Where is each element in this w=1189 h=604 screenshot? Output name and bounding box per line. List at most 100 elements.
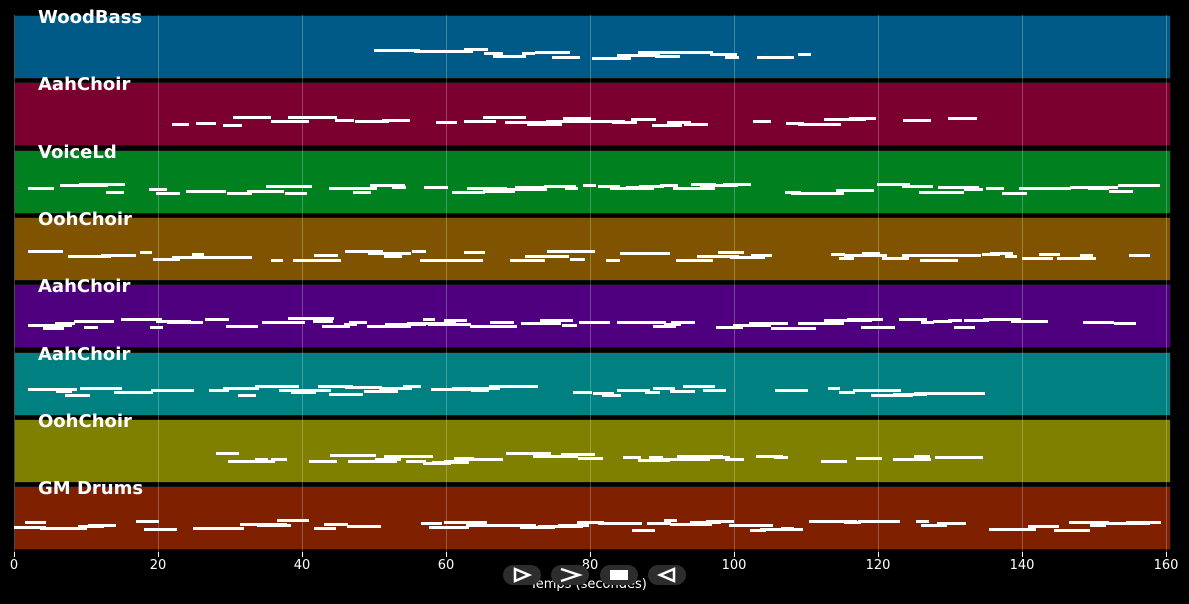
track-title: AahChoir <box>38 343 131 365</box>
note-mark <box>570 258 585 262</box>
note-mark <box>469 325 517 329</box>
note-mark <box>617 53 660 57</box>
note-mark <box>798 52 812 56</box>
note-mark <box>167 321 203 325</box>
note-mark <box>348 321 367 325</box>
note-mark <box>781 527 795 531</box>
note-mark <box>156 191 181 195</box>
note-mark <box>715 326 744 330</box>
note-mark <box>664 519 678 523</box>
note-mark <box>367 325 411 329</box>
note-mark <box>237 394 257 398</box>
note-mark <box>382 119 411 123</box>
note-mark <box>255 458 268 462</box>
note-mark <box>323 522 348 526</box>
note-mark <box>205 318 229 322</box>
note-mark <box>914 454 931 458</box>
note-mark <box>919 258 958 262</box>
note-mark <box>65 394 90 398</box>
gridline <box>734 15 735 552</box>
note-mark <box>492 55 526 59</box>
note-mark <box>191 253 205 256</box>
note-mark <box>770 326 817 330</box>
gridline <box>302 15 303 552</box>
note-mark <box>902 253 944 257</box>
note-mark <box>526 123 563 127</box>
note-mark <box>28 388 43 392</box>
note-mark <box>185 190 226 194</box>
note-mark <box>963 187 984 191</box>
note-mark <box>813 191 844 195</box>
gridline <box>14 15 15 552</box>
note-mark <box>427 323 471 327</box>
track-title: OohChoir <box>38 208 132 230</box>
x-tick <box>734 552 735 557</box>
note-mark <box>136 519 159 523</box>
x-tick <box>158 552 159 557</box>
gridline <box>1022 15 1023 552</box>
note-mark <box>948 318 962 322</box>
rewind-button[interactable] <box>648 565 686 585</box>
note-mark <box>565 186 578 190</box>
note-mark <box>705 520 735 524</box>
note-mark <box>171 256 220 260</box>
note-mark <box>443 318 468 322</box>
note-mark <box>463 120 497 124</box>
note-mark <box>215 452 239 456</box>
note-mark <box>652 386 676 390</box>
note-mark <box>423 185 449 189</box>
note-mark <box>192 526 232 530</box>
note-mark <box>452 191 486 195</box>
track-panel <box>14 351 1171 416</box>
note-mark <box>488 385 539 389</box>
note-mark <box>1034 187 1072 191</box>
note-mark <box>483 116 526 120</box>
track-title: AahChoir <box>38 74 131 96</box>
note-mark <box>1082 321 1114 325</box>
note-mark <box>223 386 259 390</box>
gridline <box>1166 15 1167 552</box>
note-mark <box>729 523 773 527</box>
note-mark <box>545 120 594 124</box>
note-mark <box>671 320 695 324</box>
note-mark <box>937 391 985 395</box>
track-panel <box>14 82 1171 147</box>
note-mark <box>669 390 695 394</box>
note-mark <box>106 190 124 194</box>
track-panel <box>14 418 1171 483</box>
note-mark <box>489 320 514 324</box>
note-mark <box>363 390 398 394</box>
note-mark <box>344 386 382 390</box>
note-mark <box>598 521 643 525</box>
note-mark <box>797 122 841 126</box>
x-tick-label: 0 <box>9 558 19 573</box>
note-mark <box>329 453 377 457</box>
note-mark <box>411 250 427 254</box>
note-mark <box>936 522 966 526</box>
fast-forward-button[interactable] <box>551 565 589 585</box>
play-button[interactable] <box>503 565 541 585</box>
note-mark <box>849 116 876 120</box>
note-mark <box>1054 528 1091 532</box>
track-panel <box>14 15 1171 79</box>
note-mark <box>328 186 377 190</box>
note-mark <box>1001 191 1028 195</box>
note-mark <box>616 320 667 324</box>
note-mark <box>328 392 363 396</box>
note-mark <box>228 459 275 463</box>
note-mark <box>113 391 154 395</box>
note-mark <box>1056 256 1096 260</box>
note-mark <box>514 185 546 189</box>
stop-button[interactable] <box>600 565 638 585</box>
note-mark <box>942 254 982 258</box>
stop-icon <box>610 570 628 580</box>
x-tick-label: 120 <box>865 558 891 573</box>
note-mark <box>292 259 342 263</box>
note-mark <box>798 321 844 325</box>
note-mark <box>942 455 984 459</box>
note-mark <box>723 183 751 187</box>
x-tick <box>590 552 591 557</box>
x-tick-label: 20 <box>149 558 167 573</box>
note-mark <box>465 524 509 528</box>
note-mark <box>639 252 670 256</box>
